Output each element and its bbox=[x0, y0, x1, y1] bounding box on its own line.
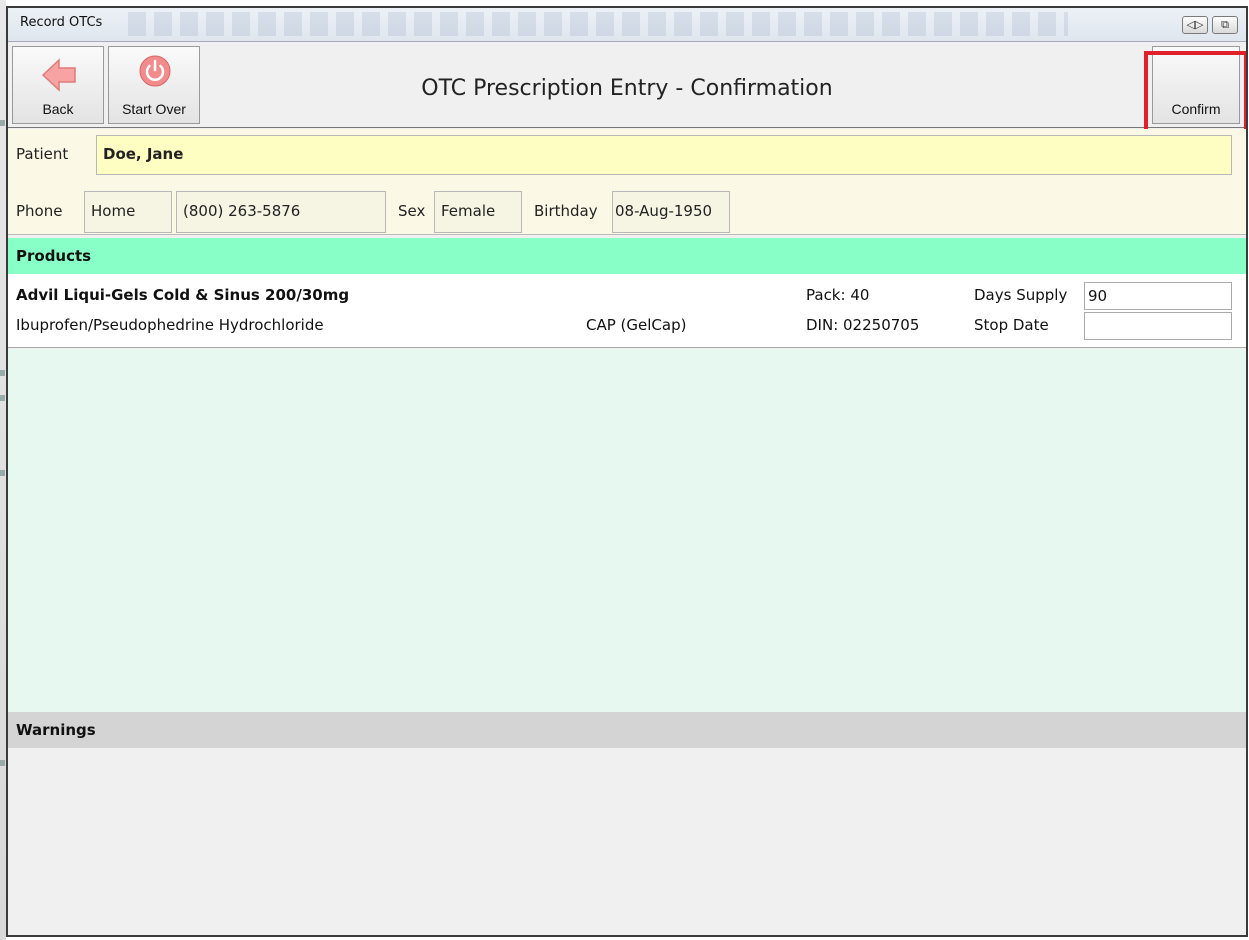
products-list-area bbox=[8, 349, 1246, 712]
window-title: Record OTCs bbox=[20, 15, 103, 30]
phone-number-field: (800) 263-5876 bbox=[176, 191, 386, 233]
product-generic-name: Ibuprofen/Pseudophedrine Hydrochloride bbox=[16, 316, 324, 334]
page-title: OTC Prescription Entry - Confirmation bbox=[421, 76, 833, 101]
product-row[interactable]: Advil Liqui-Gels Cold & Sinus 200/30mg I… bbox=[8, 274, 1246, 348]
patient-panel: Patient Doe, Jane Phone Home (800) 263-5… bbox=[8, 129, 1246, 235]
stop-date-input[interactable] bbox=[1084, 312, 1232, 340]
product-din: DIN: 02250705 bbox=[806, 316, 920, 334]
title-bar: Record OTCs ◁▷ ⧉ bbox=[8, 8, 1246, 42]
warnings-area bbox=[8, 748, 1246, 935]
record-otcs-window: Record OTCs ◁▷ ⧉ Back Start Over OTC Pre… bbox=[6, 6, 1248, 937]
warnings-header: Warnings bbox=[8, 712, 1246, 748]
product-pack: Pack: 40 bbox=[806, 286, 870, 304]
confirm-highlight-box bbox=[1144, 51, 1246, 135]
days-supply-label: Days Supply bbox=[974, 286, 1068, 304]
phone-type-field: Home bbox=[84, 191, 172, 233]
birthday-label: Birthday bbox=[534, 202, 598, 220]
product-name: Advil Liqui-Gels Cold & Sinus 200/30mg bbox=[16, 286, 350, 304]
stop-date-label: Stop Date bbox=[974, 316, 1049, 334]
birthday-field: 08-Aug-1950 bbox=[612, 191, 730, 233]
patient-name-field: Doe, Jane bbox=[96, 135, 1232, 175]
patient-label: Patient bbox=[16, 145, 69, 163]
phone-label: Phone bbox=[16, 202, 63, 220]
product-form: CAP (GelCap) bbox=[586, 316, 687, 334]
resize-icon[interactable]: ◁▷ bbox=[1182, 16, 1208, 34]
products-header: Products bbox=[8, 238, 1246, 274]
window-controls: ◁▷ ⧉ bbox=[1182, 16, 1238, 34]
sex-field: Female bbox=[434, 191, 522, 233]
restore-window-icon[interactable]: ⧉ bbox=[1212, 16, 1238, 34]
toolbar: Back Start Over OTC Prescription Entry -… bbox=[8, 42, 1246, 135]
start-over-button-label: Start Over bbox=[122, 101, 186, 117]
sex-label: Sex bbox=[398, 202, 426, 220]
back-button-label: Back bbox=[42, 101, 74, 117]
title-bar-background bbox=[128, 12, 1068, 36]
days-supply-input[interactable]: 90 bbox=[1084, 282, 1232, 310]
